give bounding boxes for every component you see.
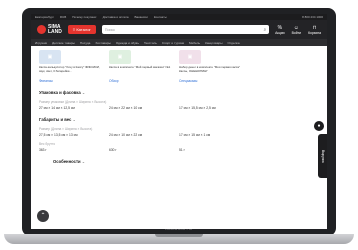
product-card[interactable]: ▣ Касса-калькулятор "Хочу в Кассу" ФИКСИ… <box>39 50 103 73</box>
chevron-down-icon: ⌄ <box>81 159 86 165</box>
login-label: Войти <box>291 30 302 35</box>
product-card[interactable]: ▣ Набор денег в комплекте "Моя первая ка… <box>179 50 243 73</box>
product-card[interactable]: ▣ Касса в комплекте "Мой первый магазин"… <box>109 50 173 73</box>
cart-button[interactable]: ⊓ Корзина <box>308 25 321 35</box>
category-link[interactable]: Игрушки <box>35 41 47 45</box>
product-category-links: Финансы Обзор Спецзаказы <box>39 79 319 83</box>
section-title: Габариты и вес <box>39 117 72 123</box>
category-link-finance[interactable]: Финансы <box>39 79 109 83</box>
property-row: 363 г 630 г 51 г <box>39 148 319 152</box>
chevron-down-icon: ⌄ <box>81 90 86 96</box>
delivery-link[interactable]: Доставка и оплата <box>103 15 129 19</box>
product-image[interactable]: ▣ <box>39 50 61 64</box>
catalog-button[interactable]: ≡ Каталог <box>67 25 96 34</box>
site-header: SIMA LAND ≡ Каталог Поиск ⌕ % Акции ☺ Во… <box>31 20 327 39</box>
category-link[interactable]: Канцтовары <box>205 41 222 45</box>
city-link[interactable]: Екатеринбург <box>35 15 54 19</box>
phone-number[interactable]: 8 800 234 1000 <box>302 15 323 19</box>
chevron-down-icon: ⌄ <box>72 117 77 123</box>
header-actions: % Акции ☺ Войти ⊓ Корзина <box>275 25 321 35</box>
property-label: Размер упаковки (Длина × Ширина × Высота… <box>39 100 107 105</box>
login-button[interactable]: ☺ Войти <box>292 25 302 35</box>
scroll-up-icon[interactable]: ⌃ <box>37 210 49 222</box>
section-title: Упаковка и фасовка <box>39 90 81 96</box>
property-value: 24 см × 22 см × 10 см <box>109 106 143 111</box>
vacancies-link[interactable]: Вакансии <box>135 15 148 19</box>
promotions-label: Акции <box>275 30 285 35</box>
property-value: 27 см × 14 см × 12,5 см <box>39 106 75 111</box>
category-link-review[interactable]: Обзор <box>109 79 179 83</box>
search-placeholder: Поиск <box>104 27 115 32</box>
section-header-dimensions[interactable]: Габариты и вес ⌄ <box>39 117 319 122</box>
category-link[interactable]: Хозтовары <box>95 41 111 45</box>
laptop-notch <box>155 234 203 237</box>
category-link[interactable]: Мебель <box>189 41 200 45</box>
category-link[interactable]: Детские товары <box>52 41 75 45</box>
property-row: 27,5 см × 13,5 см × 13 см 24 см × 10 см … <box>39 133 319 137</box>
site-logo[interactable]: SIMA LAND <box>37 24 62 35</box>
property-value: 24 см × 10 см × 22 см <box>109 133 143 138</box>
product-image[interactable]: ▣ <box>109 50 131 64</box>
logo-mark-icon <box>37 25 46 34</box>
category-link-special[interactable]: Спецзаказы <box>179 79 249 83</box>
revenue-side-tab[interactable]: Выручка <box>318 134 327 178</box>
category-nav: Игрушки Детские товары Посуда Хозтовары … <box>31 39 327 46</box>
search-icon[interactable]: ⌕ <box>264 27 267 32</box>
contacts-link[interactable]: Контакты <box>154 15 167 19</box>
category-link[interactable]: Одежда и обувь <box>116 41 139 45</box>
property-label: Вес брутто <box>39 142 56 147</box>
property-value: 17 см × 15,5 см × 2,5 см <box>179 106 216 111</box>
cart-label: Корзина <box>308 30 321 35</box>
wallet-icon[interactable]: ● <box>313 120 325 132</box>
property-label: Размер (Длина × Ширина × Высота) <box>39 127 93 132</box>
property-value: 17 см × 15 см × 1 см <box>179 133 211 138</box>
property-value: 630 г <box>109 148 117 153</box>
category-link[interactable]: Текстиль <box>144 41 157 45</box>
search-input[interactable]: Поиск ⌕ <box>101 25 270 34</box>
property-value: 51 г <box>179 148 185 153</box>
screen: Екатеринбург RUB Почему покупают Доставк… <box>31 14 327 229</box>
category-link[interactable]: Посуда <box>80 41 90 45</box>
currency-link[interactable]: RUB <box>60 15 66 19</box>
section-title: Особенности <box>53 159 81 165</box>
promotions-button[interactable]: % Акции <box>275 25 284 35</box>
property-row: 27 см × 14 см × 12,5 см 24 см × 22 см × … <box>39 106 319 110</box>
section-header-packaging[interactable]: Упаковка и фасовка ⌄ <box>39 90 319 95</box>
why-buy-link[interactable]: Почему покупают <box>72 15 96 19</box>
section-header-features[interactable]: Особенности ⌄ <box>39 159 319 164</box>
comparison-content: ▣ Касса-калькулятор "Хочу в Кассу" ФИКСИ… <box>31 46 327 164</box>
property-value: 27,5 см × 13,5 см × 13 см <box>39 133 78 138</box>
product-name[interactable]: Набор денег в комплекте "Моя первая касс… <box>179 65 243 73</box>
product-name[interactable]: Касса в комплекте "Мой первый магазин" №… <box>109 65 173 70</box>
category-link[interactable]: Спорт и туризм <box>162 41 184 45</box>
product-columns: ▣ Касса-калькулятор "Хочу в Кассу" ФИКСИ… <box>39 50 319 73</box>
category-link[interactable]: Отделка <box>227 41 239 45</box>
product-image[interactable]: ▣ <box>179 50 201 64</box>
logo-text-line2: LAND <box>48 28 62 35</box>
product-name[interactable]: Касса-калькулятор "Хочу в Кассу" ФИКСИКИ… <box>39 65 103 73</box>
property-value: 363 г <box>39 148 47 153</box>
